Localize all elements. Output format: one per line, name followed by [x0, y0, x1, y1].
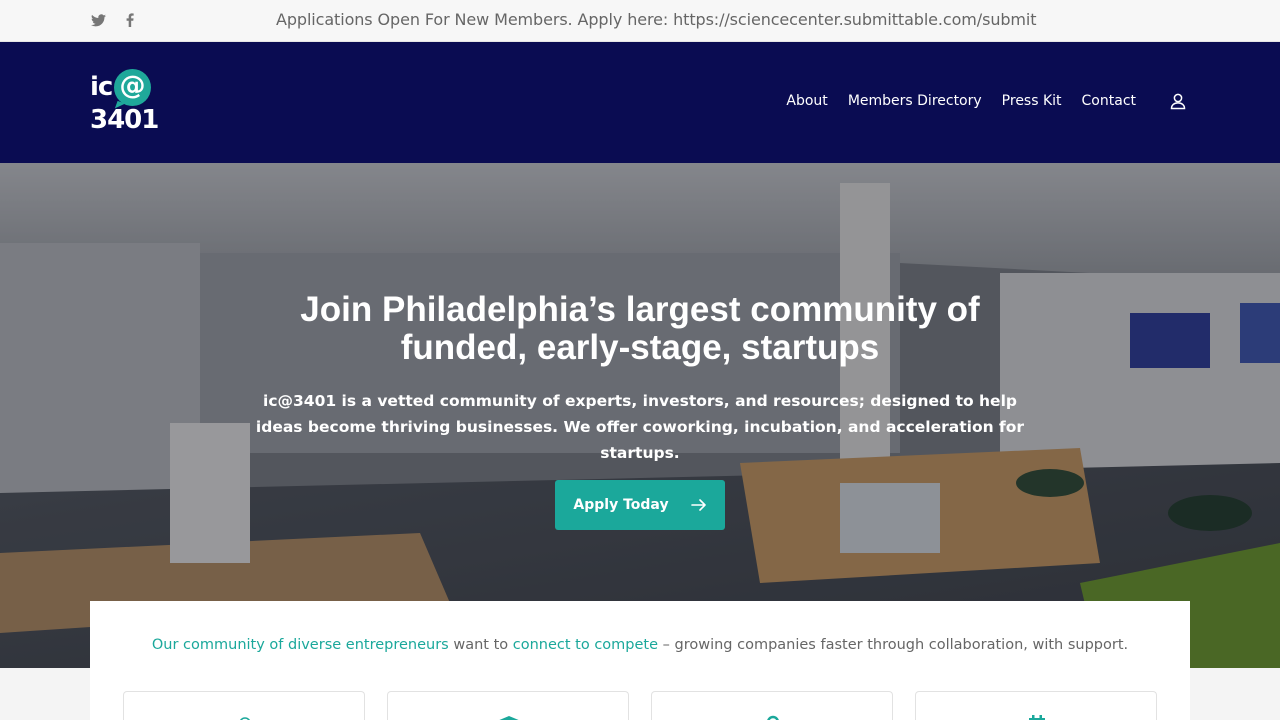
apply-today-label: Apply Today: [573, 497, 669, 513]
nav-members-directory[interactable]: Members Directory: [848, 93, 982, 109]
intro-card: Our community of diverse entrepreneurs w…: [90, 601, 1190, 720]
intro-tagline: Our community of diverse entrepreneurs w…: [90, 637, 1190, 653]
lightbulb-icon: [240, 717, 250, 720]
hero-section: Join Philadelphia’s largest community of…: [0, 163, 1280, 668]
main-nav: About Members Directory Press Kit Contac…: [786, 93, 1136, 109]
tagline-text-2: – growing companies faster through colla…: [658, 637, 1129, 653]
apply-today-button[interactable]: Apply Today: [555, 480, 725, 530]
logo-number-text: 3401: [90, 105, 159, 135]
connect-to-compete-link[interactable]: connect to compete: [513, 637, 658, 653]
graduation-cap-icon: [499, 716, 519, 720]
feature-card[interactable]: [123, 691, 365, 720]
logo-ic-text: ic: [90, 72, 113, 102]
logo-at-bubble: @: [114, 69, 151, 106]
nav-about[interactable]: About: [786, 93, 827, 109]
facebook-icon[interactable]: [122, 11, 138, 29]
nav-contact[interactable]: Contact: [1082, 93, 1136, 109]
announcement-text[interactable]: Applications Open For New Members. Apply…: [276, 10, 1037, 29]
social-links: [90, 11, 138, 29]
feature-card[interactable]: [387, 691, 629, 720]
feature-card[interactable]: [651, 691, 893, 720]
user-icon[interactable]: [1169, 92, 1187, 110]
tagline-text-1: want to: [448, 637, 513, 653]
site-logo[interactable]: ic @ 3401: [90, 69, 159, 135]
hero-subtitle: ic@3401 is a vetted community of experts…: [255, 392, 1025, 462]
site-header: ic @ 3401 About Members Directory Press …: [0, 42, 1280, 163]
calendar-icon: [1029, 715, 1045, 720]
top-announcement-bar: Applications Open For New Members. Apply…: [0, 0, 1280, 42]
arrow-right-icon: [690, 499, 706, 511]
diverse-entrepreneurs-link[interactable]: Our community of diverse entrepreneurs: [152, 637, 449, 653]
hero-title: Join Philadelphia’s largest community of…: [300, 290, 980, 367]
feature-cards: [123, 691, 1157, 720]
feature-card[interactable]: [915, 691, 1157, 720]
nav-press-kit[interactable]: Press Kit: [1002, 93, 1062, 109]
map-pin-icon: [767, 715, 779, 720]
twitter-icon[interactable]: [90, 11, 106, 29]
